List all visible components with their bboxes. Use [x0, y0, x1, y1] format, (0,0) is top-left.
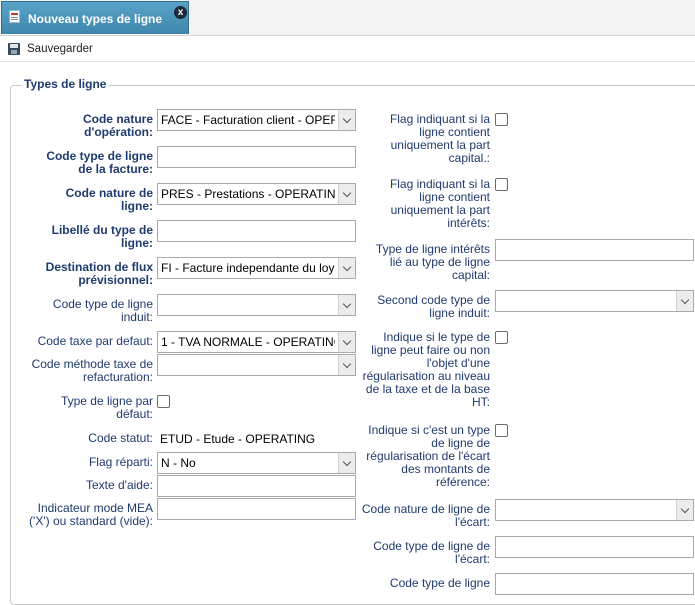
chevron-down-icon	[338, 295, 355, 315]
tab-nouveau-types-de-ligne[interactable]: Nouveau types de ligne x	[1, 1, 189, 34]
chevron-down-icon	[676, 291, 693, 311]
input-texte-aide[interactable]	[157, 475, 356, 497]
label-second-code-induit: Second code type de ligne induit:	[377, 293, 490, 320]
checkbox-regularisation[interactable]	[495, 331, 508, 344]
document-icon	[9, 10, 20, 23]
chevron-down-icon	[676, 500, 693, 520]
checkbox-ecart[interactable]	[495, 424, 508, 437]
close-tab-icon[interactable]: x	[174, 6, 187, 19]
select-code-nature-ecart[interactable]	[495, 499, 694, 521]
input-code-type-ligne-last[interactable]	[495, 573, 694, 595]
label-code-type-ligne-facture: Code type de ligne de la facture:	[46, 149, 153, 176]
floppy-disk-icon	[8, 43, 20, 55]
checkbox-flag-part-capital[interactable]	[495, 113, 508, 126]
label-ecart: Indique si c'est un type de ligne de régul…	[366, 423, 490, 489]
label-code-type-ecart: Code type de ligne de l'écart:	[373, 539, 490, 566]
label-flag-interets: Flag indiquant si la ligne contient unique…	[389, 177, 490, 230]
label-type-ligne-defaut: Type de ligne par défaut:	[60, 394, 153, 421]
chevron-down-icon	[338, 110, 355, 130]
select-destination-flux[interactable]: FI - Facture independante du loyer	[157, 257, 356, 279]
label-regularisation: Indique si le type de ligne peut faire ou…	[362, 330, 490, 409]
chevron-down-icon	[338, 184, 355, 204]
input-type-ligne-interets[interactable]	[495, 239, 694, 261]
input-code-type-ligne-facture[interactable]	[157, 146, 356, 168]
label-libelle-type-ligne: Libellé du type de ligne:	[51, 223, 153, 250]
toolbar: Sauvegarder	[0, 37, 695, 62]
label-code-type-ligne-last: Code type de ligne	[389, 576, 490, 590]
label-code-type-ligne-induit: Code type de ligne induit:	[52, 297, 153, 324]
select-code-nature-operation[interactable]: FACE - Facturation client - OPERATING	[157, 109, 356, 131]
input-indicateur-mea[interactable]	[157, 498, 356, 520]
label-destination-flux: Destination de flux prévisionnel:	[45, 260, 153, 287]
select-second-code-induit[interactable]	[495, 290, 694, 312]
label-type-ligne-interets: Type de ligne intérêts lié au type de lig…	[375, 242, 490, 282]
select-code-nature-ligne[interactable]: PRES - Prestations - OPERATING	[157, 183, 356, 205]
label-flag-reparti: Flag réparti:	[88, 455, 153, 469]
checkbox-flag-interets[interactable]	[495, 178, 508, 191]
label-code-statut: Code statut:	[88, 431, 153, 445]
label-flag-part-capital: Flag indiquant si la ligne contient unique…	[389, 112, 490, 165]
save-button[interactable]: Sauvegarder	[8, 41, 93, 57]
section-title: Types de ligne	[22, 77, 109, 91]
label-texte-aide: Texte d'aide:	[85, 478, 153, 492]
label-code-methode-taxe: Code méthode taxe de refacturation:	[31, 357, 153, 384]
checkbox-type-ligne-defaut[interactable]	[157, 395, 170, 408]
label-code-nature-ecart: Code nature de ligne de l'écart:	[361, 502, 490, 529]
tab-label: Nouveau types de ligne	[28, 12, 163, 26]
chevron-down-icon	[338, 355, 355, 375]
select-flag-reparti[interactable]: N - No	[157, 452, 356, 474]
select-code-methode-taxe[interactable]	[157, 354, 356, 376]
chevron-down-icon	[338, 332, 355, 352]
value-code-statut: ETUD - Etude - OPERATING	[160, 432, 316, 446]
label-indicateur-mea: Indicateur mode MEA ('X') ou standard (vi…	[29, 501, 153, 528]
label-code-taxe-defaut: Code taxe par defaut:	[37, 334, 153, 348]
chevron-down-icon	[338, 258, 355, 278]
input-code-type-ecart[interactable]	[495, 536, 694, 558]
select-code-type-ligne-induit[interactable]	[157, 294, 356, 316]
label-code-nature-ligne: Code nature de ligne:	[65, 186, 153, 213]
input-libelle-type-ligne[interactable]	[157, 220, 356, 242]
label-code-nature-operation: Code nature d'opération:	[82, 112, 153, 139]
save-button-label: Sauvegarder	[27, 43, 93, 55]
select-code-taxe-defaut[interactable]: 1 - TVA NORMALE - OPERATING	[157, 331, 356, 353]
chevron-down-icon	[338, 453, 355, 473]
tab-strip: Nouveau types de ligne x	[0, 0, 695, 36]
